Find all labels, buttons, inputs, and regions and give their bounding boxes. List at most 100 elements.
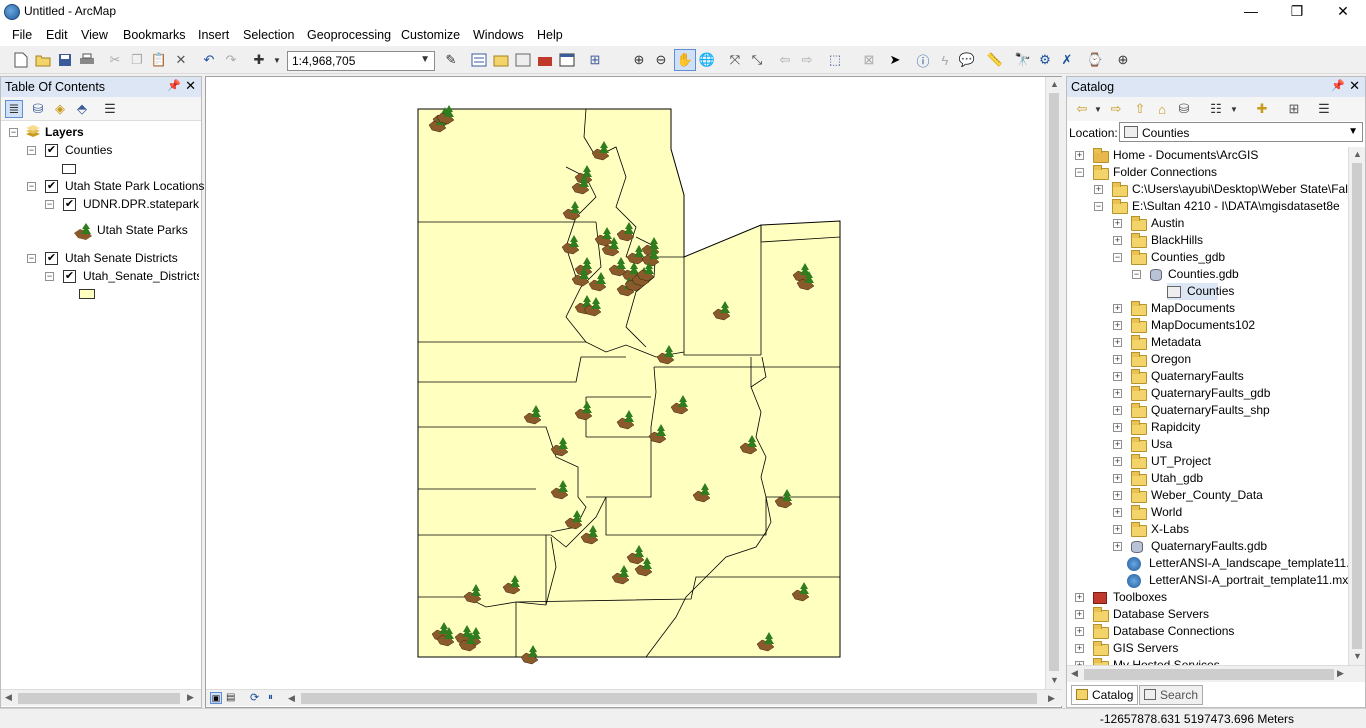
collapse-icon[interactable]: −	[9, 128, 18, 137]
expand-icon[interactable]: +	[1113, 474, 1122, 483]
toc-horizontal-scrollbar[interactable]: ◀ ▶	[1, 689, 201, 706]
expand-icon[interactable]: +	[1113, 321, 1122, 330]
park-symbol-icon[interactable]	[72, 221, 94, 241]
expand-icon[interactable]: +	[1075, 610, 1084, 619]
up-one-level-icon[interactable]: ⇧	[1131, 100, 1149, 118]
new-document-icon[interactable]	[12, 51, 30, 69]
full-extent-icon[interactable]: 🌐	[698, 51, 716, 69]
location-combo[interactable]: Counties ▼	[1119, 122, 1363, 142]
expand-icon[interactable]: +	[1113, 304, 1122, 313]
open-icon[interactable]	[34, 51, 52, 69]
visibility-checkbox[interactable]: ✔	[45, 144, 58, 157]
home-icon[interactable]: ⌂	[1153, 100, 1171, 118]
layers-frame[interactable]: − Layers	[9, 124, 199, 141]
python-window-icon[interactable]	[558, 51, 576, 69]
scroll-up-icon[interactable]: ▲	[1353, 149, 1362, 159]
scroll-thumb[interactable]	[1084, 669, 1334, 680]
new-folder-icon[interactable]: ✚	[1253, 100, 1271, 118]
menu-edit[interactable]: Edit	[46, 28, 68, 42]
add-data-icon[interactable]: ✚	[250, 51, 268, 69]
layer-parks[interactable]: − ✔ UDNR.DPR.stateparkw	[45, 196, 199, 213]
catalog-horizontal-scrollbar[interactable]: ◀ ▶	[1067, 665, 1365, 682]
expand-icon[interactable]: +	[1113, 219, 1122, 228]
paste-icon[interactable]: 📋	[150, 51, 168, 69]
go-to-xy-icon[interactable]: ✗	[1058, 51, 1076, 69]
chevron-down-icon[interactable]: ▼	[1348, 126, 1358, 137]
refresh-icon[interactable]: ⟳	[250, 691, 259, 704]
scroll-thumb[interactable]	[18, 693, 180, 704]
views-dropdown-icon[interactable]: ▼	[1225, 100, 1243, 118]
collapse-icon[interactable]: −	[27, 146, 36, 155]
scroll-down-icon[interactable]: ▼	[1050, 675, 1059, 685]
catalog-window-icon[interactable]	[492, 51, 510, 69]
layer-group-senate[interactable]: − ✔ Utah Senate Districts	[27, 250, 199, 267]
fixed-zoom-in-icon[interactable]: ⤧	[726, 51, 744, 69]
find-icon[interactable]: 🔭	[1014, 51, 1032, 69]
print-icon[interactable]	[78, 51, 96, 69]
menu-selection[interactable]: Selection	[243, 28, 294, 42]
find-route-icon[interactable]: ⚙	[1036, 51, 1054, 69]
map-vertical-scrollbar[interactable]: ▲ ▼	[1045, 77, 1062, 689]
expand-icon[interactable]: +	[1113, 440, 1122, 449]
back-dropdown-icon[interactable]: ▼	[1089, 100, 1107, 118]
counties-symbol[interactable]	[62, 164, 76, 174]
visibility-checkbox[interactable]: ✔	[63, 270, 76, 283]
arctoolbox-icon[interactable]	[536, 51, 554, 69]
model-builder-icon[interactable]: ⊞	[586, 51, 604, 69]
visibility-checkbox[interactable]: ✔	[45, 180, 58, 193]
forward-extent-icon[interactable]: ⇨	[798, 51, 816, 69]
menu-file[interactable]: File	[12, 28, 32, 42]
collapse-icon[interactable]: −	[1113, 253, 1122, 262]
redo-icon[interactable]: ↷	[222, 51, 240, 69]
identify-icon[interactable]: ⓘ	[914, 51, 932, 69]
menu-bookmarks[interactable]: Bookmarks	[123, 28, 186, 42]
menu-windows[interactable]: Windows	[473, 28, 524, 42]
collapse-icon[interactable]: −	[1132, 270, 1141, 279]
scroll-right-icon[interactable]: ▶	[1337, 668, 1344, 679]
expand-icon[interactable]: +	[1113, 372, 1122, 381]
collapse-icon[interactable]: −	[27, 254, 36, 263]
collapse-icon[interactable]: −	[45, 200, 54, 209]
toggle-contents-icon[interactable]: ⊞	[1285, 100, 1303, 118]
select-elements-icon[interactable]: ➤	[886, 51, 904, 69]
create-viewer-icon[interactable]: ⊕	[1114, 51, 1132, 69]
options-icon[interactable]: ☰	[1315, 100, 1333, 118]
scroll-down-icon[interactable]: ▼	[1353, 651, 1362, 661]
expand-icon[interactable]: +	[1113, 491, 1122, 500]
expand-icon[interactable]: +	[1075, 151, 1084, 160]
tab-catalog[interactable]: Catalog	[1071, 685, 1139, 705]
copy-icon[interactable]: ❐	[128, 51, 146, 69]
pin-icon[interactable]: 📌	[167, 79, 181, 92]
expand-icon[interactable]: +	[1113, 542, 1122, 551]
data-view-icon[interactable]: ▣	[210, 692, 222, 704]
map-view[interactable]: ▲ ▼ ▣ ▤ ⟳ ⏸ ◀ ▶	[205, 76, 1062, 708]
measure-icon[interactable]: 📏	[986, 51, 1004, 69]
clear-selection-icon[interactable]: ⊠	[860, 51, 878, 69]
fixed-zoom-out-icon[interactable]: ⤡	[748, 51, 766, 69]
catalog-vertical-scrollbar[interactable]: ▲ ▼	[1348, 147, 1365, 665]
restore-button[interactable]: ❐	[1274, 0, 1320, 24]
editor-toolbar-icon[interactable]: ✎	[442, 51, 460, 69]
zoom-in-icon[interactable]: ⊕	[630, 51, 648, 69]
menu-geoprocessing[interactable]: Geoprocessing	[307, 28, 391, 42]
collapse-icon[interactable]: −	[27, 182, 36, 191]
select-features-icon[interactable]: ⬚	[826, 51, 844, 69]
menu-insert[interactable]: Insert	[198, 28, 229, 42]
options-icon[interactable]: ☰	[101, 100, 119, 118]
collapse-icon[interactable]: −	[45, 272, 54, 281]
map-horizontal-scrollbar[interactable]: ▣ ▤ ⟳ ⏸ ◀ ▶	[206, 689, 1062, 706]
utah-map[interactable]	[206, 77, 1046, 689]
layout-view-icon[interactable]: ▤	[226, 692, 235, 703]
scroll-up-icon[interactable]: ▲	[1050, 79, 1059, 89]
list-by-source-icon[interactable]: ⛁	[29, 100, 47, 118]
chevron-down-icon[interactable]: ▼	[420, 54, 430, 65]
delete-icon[interactable]: ✕	[172, 51, 190, 69]
scroll-left-icon[interactable]: ◀	[1071, 668, 1078, 679]
scroll-thumb[interactable]	[1352, 163, 1362, 649]
scroll-thumb[interactable]	[301, 693, 1037, 704]
views-icon[interactable]: ☷	[1207, 100, 1225, 118]
collapse-icon[interactable]: −	[1094, 202, 1103, 211]
cut-icon[interactable]: ✂	[106, 51, 124, 69]
pause-drawing-icon[interactable]: ⏸	[268, 692, 273, 703]
expand-icon[interactable]: +	[1075, 627, 1084, 636]
